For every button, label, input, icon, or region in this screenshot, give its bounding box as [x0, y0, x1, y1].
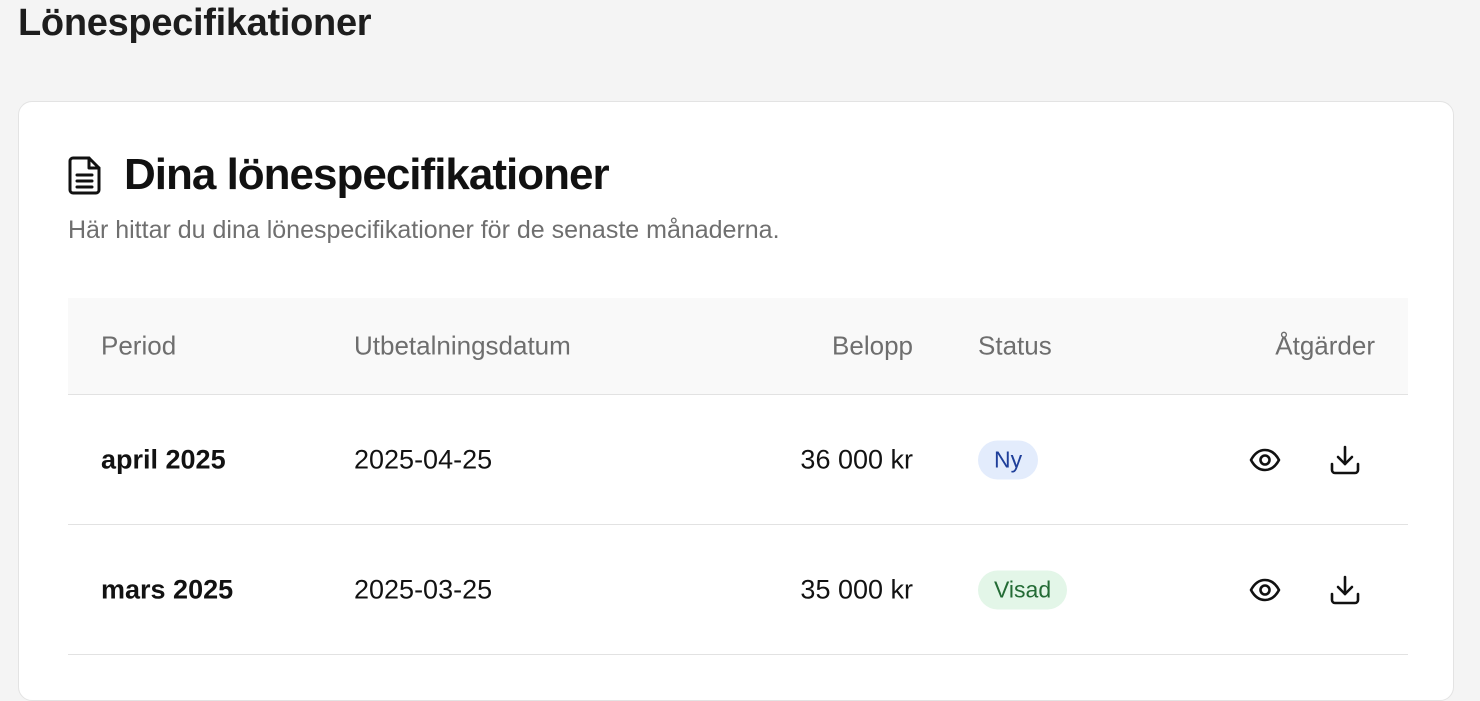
row-period: mars 2025: [101, 574, 234, 604]
header-actions: Åtgärder: [1275, 330, 1375, 361]
status-badge: Visad: [978, 570, 1068, 609]
row-actions: [1245, 440, 1365, 480]
status-badge: Ny: [978, 440, 1039, 479]
eye-icon[interactable]: [1245, 570, 1285, 610]
table-header: Period Utbetalningsdatum Belopp Status Å…: [68, 298, 1408, 395]
header-period: Period: [101, 330, 177, 361]
eye-icon[interactable]: [1245, 440, 1285, 480]
table-row: mars 2025 2025-03-25 35 000 kr Visad: [68, 525, 1408, 655]
row-amount: 35 000 kr: [800, 574, 913, 604]
header-date: Utbetalningsdatum: [354, 330, 571, 361]
card-title: Dina lönespecifikationer: [124, 150, 610, 199]
row-status: Visad: [978, 570, 1068, 609]
download-icon[interactable]: [1325, 570, 1365, 610]
table-row: april 2025 2025-04-25 36 000 kr Ny: [68, 395, 1408, 525]
row-actions: [1245, 570, 1365, 610]
header-amount: Belopp: [832, 330, 913, 361]
card-subtitle: Här hittar du dina lönespecifikationer f…: [68, 216, 780, 244]
row-date: 2025-03-25: [354, 574, 493, 604]
card-header: Dina lönespecifikationer: [68, 150, 610, 200]
document-icon: [68, 155, 104, 195]
page-title: Lönespecifikationer: [18, 2, 372, 44]
payslips-card: Dina lönespecifikationer Här hittar du d…: [18, 101, 1454, 701]
payslips-table: Period Utbetalningsdatum Belopp Status Å…: [68, 298, 1408, 655]
row-status: Ny: [978, 440, 1039, 479]
row-period: april 2025: [101, 444, 226, 474]
row-date: 2025-04-25: [354, 444, 493, 474]
download-icon[interactable]: [1325, 440, 1365, 480]
row-amount: 36 000 kr: [800, 444, 913, 474]
header-status: Status: [978, 330, 1052, 361]
